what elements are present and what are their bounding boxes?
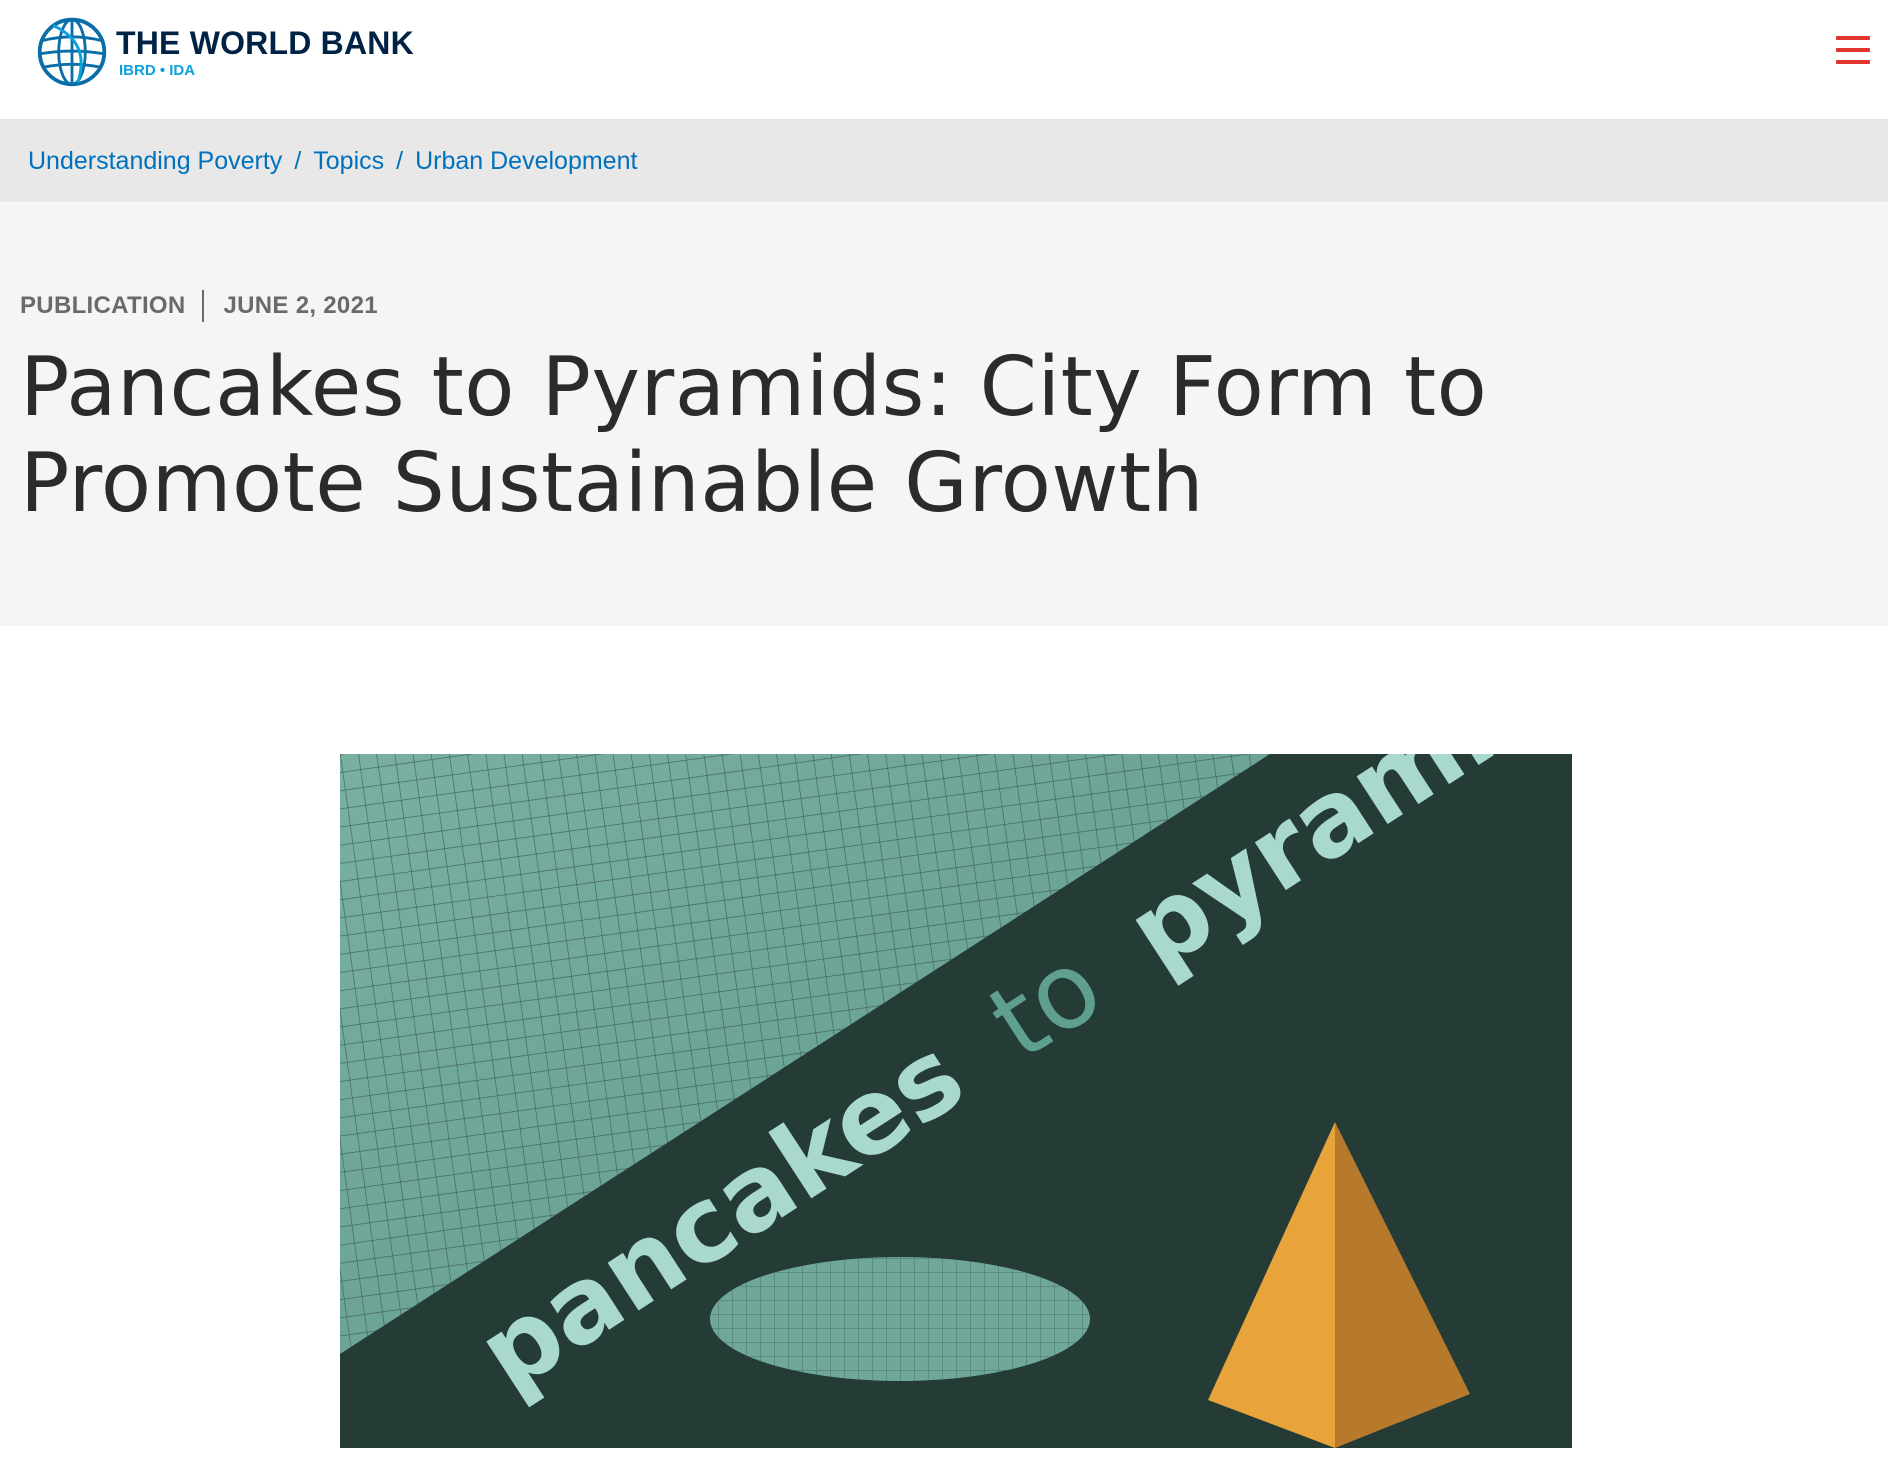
feature-image: pancakes to pyramids: [340, 754, 1572, 1448]
page-title: Pancakes to Pyramids: City Form to Promo…: [20, 340, 1488, 531]
breadcrumb-separator: /: [396, 146, 404, 175]
feature-illustration: pancakes to pyramids: [340, 754, 1572, 1448]
globe-icon: [37, 17, 107, 87]
breadcrumb-separator: /: [294, 146, 302, 175]
menu-icon-bar: [1836, 36, 1870, 40]
menu-icon-bar: [1836, 60, 1870, 64]
breadcrumb-item-understanding-poverty[interactable]: Understanding Poverty: [28, 147, 282, 176]
breadcrumb: Understanding Poverty / Topics / Urban D…: [0, 120, 1888, 202]
pancake-disc-grid: [710, 1257, 1090, 1381]
publish-date: JUNE 2, 2021: [223, 292, 378, 319]
logo-subtitle: IBRD • IDA: [119, 61, 196, 79]
menu-icon-bar: [1836, 48, 1870, 52]
meta-divider: [201, 290, 204, 322]
breadcrumb-item-urban-development[interactable]: Urban Development: [415, 147, 637, 176]
logo-title: THE WORLD BANK: [116, 24, 414, 61]
article-hero: PUBLICATION JUNE 2, 2021 Pancakes to Pyr…: [0, 202, 1888, 626]
breadcrumb-item-topics[interactable]: Topics: [313, 147, 384, 176]
site-header: THE WORLD BANK IBRD • IDA: [0, 0, 1888, 120]
content-type-label: PUBLICATION: [20, 292, 186, 319]
world-bank-logo[interactable]: THE WORLD BANK IBRD • IDA: [34, 14, 414, 90]
article-meta: PUBLICATION JUNE 2, 2021: [20, 290, 378, 322]
hamburger-menu-button[interactable]: [1832, 30, 1872, 70]
logo-text: THE WORLD BANK IBRD • IDA: [116, 27, 414, 78]
